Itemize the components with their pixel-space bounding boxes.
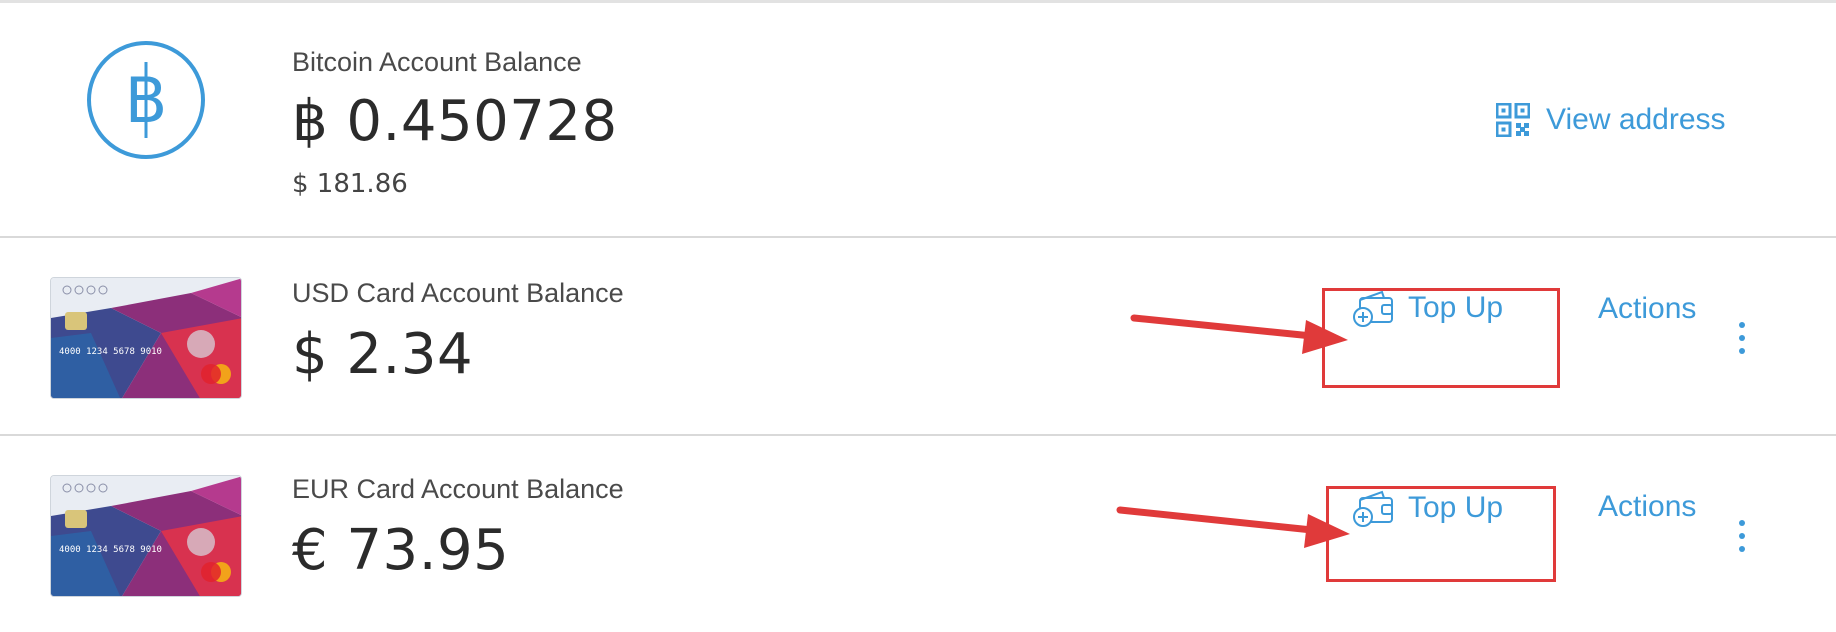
eur-kebab-menu-icon[interactable] [1732,520,1752,552]
credit-card-icon: 4000 1234 5678 9010 [51,278,241,398]
usd-card-account-row: 4000 1234 5678 9010 USD Card Account Bal… [0,238,1836,436]
wallet-topup-icon [1353,290,1393,327]
bitcoin-balance-label: Bitcoin Account Balance [292,47,582,77]
usd-top-up-button[interactable]: Top Up [1352,288,1503,328]
usd-top-up-label: Top Up [1408,291,1504,324]
bitcoin-balance-amount: ฿ 0.450728 [292,89,618,154]
qr-code-icon [1496,103,1530,137]
card-number-text: 4000 1234 5678 9010 [59,347,162,357]
eur-actions-link[interactable]: Actions [1598,490,1696,524]
usd-card-image: 4000 1234 5678 9010 [50,277,242,399]
eur-balance-label: EUR Card Account Balance [292,474,624,504]
view-address-link[interactable]: View address [1496,103,1726,137]
usd-kebab-menu-icon[interactable] [1732,322,1752,354]
bitcoin-account-row: B Bitcoin Account Balance ฿ 0.450728 $ 1… [0,0,1836,238]
eur-balance-amount: € 73.95 [292,518,510,583]
eur-card-image: 4000 1234 5678 9010 [50,475,242,597]
usd-actions-link[interactable]: Actions [1598,292,1696,326]
eur-top-up-label: Top Up [1408,491,1504,524]
card-number-text: 4000 1234 5678 9010 [59,545,162,555]
bitcoin-logo-icon: B [87,41,205,159]
view-address-label: View address [1546,103,1726,136]
credit-card-icon: 4000 1234 5678 9010 [51,476,241,596]
eur-card-account-row: 4000 1234 5678 9010 EUR Card Account Bal… [0,436,1836,632]
eur-top-up-button[interactable]: Top Up [1352,488,1503,528]
usd-balance-amount: $ 2.34 [292,322,474,387]
usd-balance-label: USD Card Account Balance [292,278,624,308]
wallet-topup-icon [1353,490,1393,527]
bitcoin-fiat-value: $ 181.86 [292,169,408,199]
